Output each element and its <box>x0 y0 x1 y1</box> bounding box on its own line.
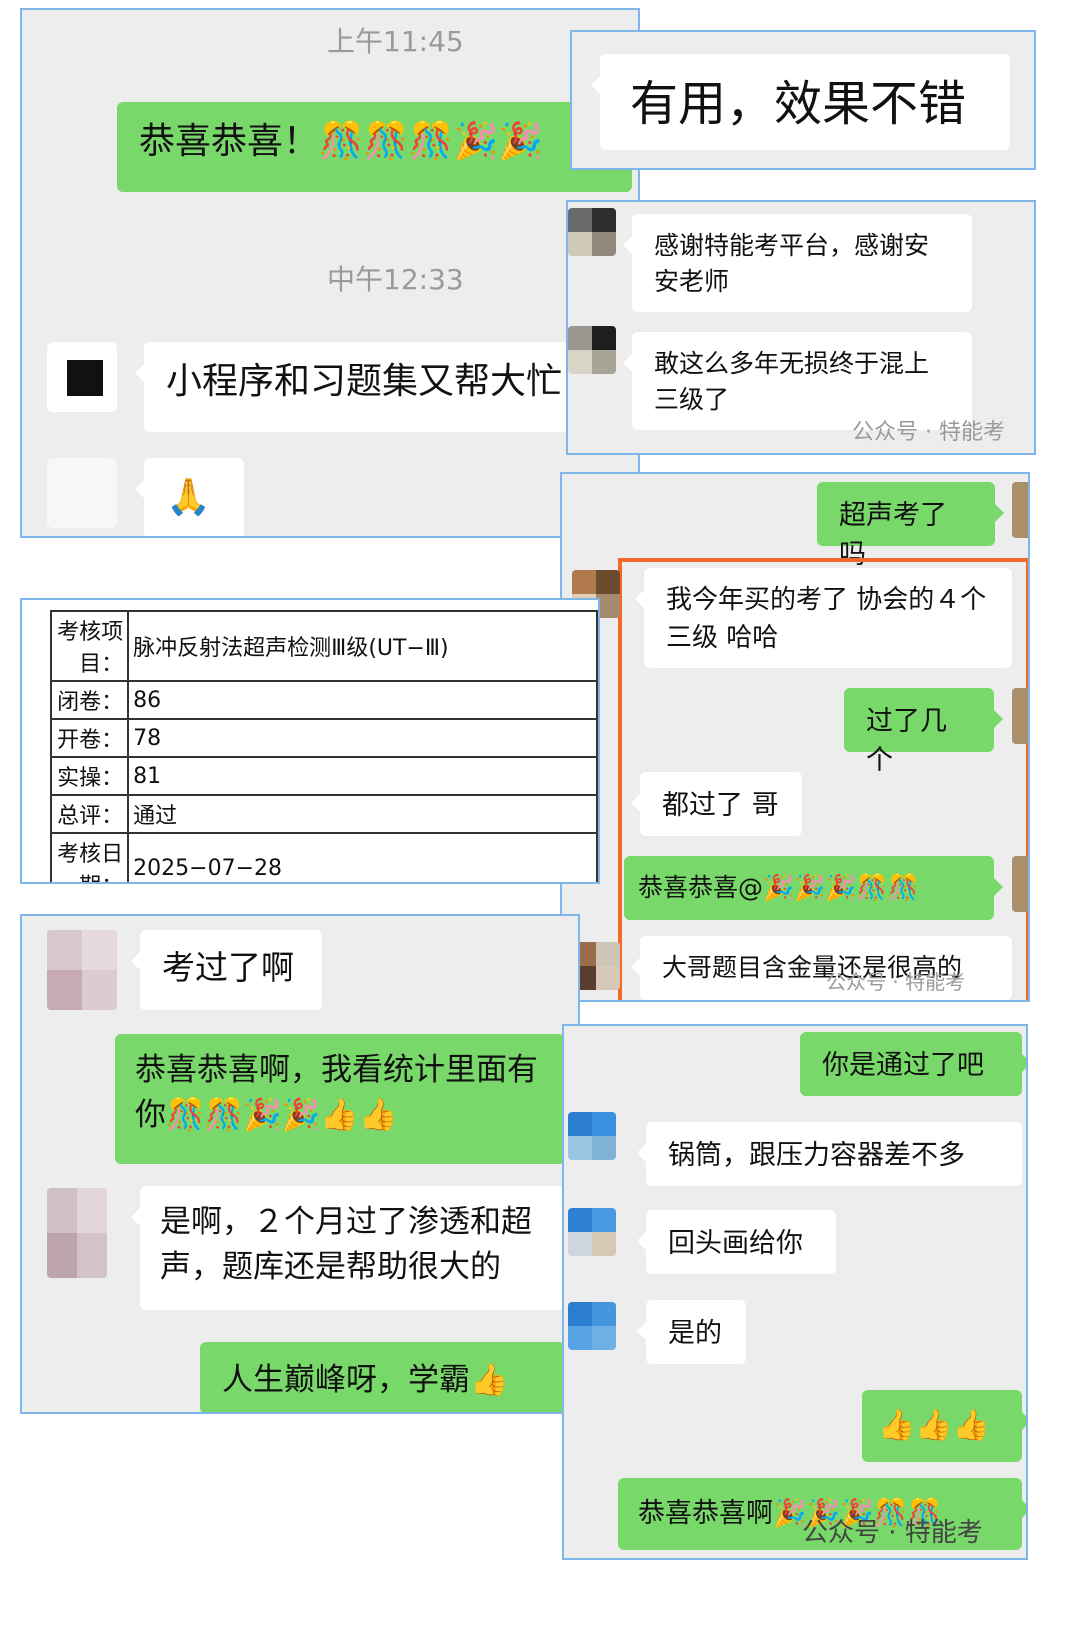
message-bubble[interactable]: 感谢特能考平台，感谢安安老师 <box>623 214 972 312</box>
message-text: 考过了啊 <box>162 948 294 987</box>
message-bubble[interactable]: 恭喜恭喜！🎊🎊🎊🎉🎉 <box>117 102 638 192</box>
message-text: 我今年买的考了 协会的４个三级 哈哈 <box>666 585 987 653</box>
message-bubble[interactable]: 超声考了吗 <box>817 482 1004 570</box>
message-bubble[interactable]: 是的 <box>637 1300 746 1364</box>
message-text: 敢这么多年无损终于混上三级了 <box>654 349 930 415</box>
avatar <box>47 1188 107 1278</box>
avatar <box>1012 856 1028 912</box>
table-key: 实操： <box>49 756 130 796</box>
message-bubble[interactable]: 🙏 <box>135 458 244 536</box>
message-bubble[interactable]: 小程序和习题集又帮大忙 <box>135 342 624 432</box>
message-bubble[interactable]: 恭喜恭喜@🎉🎉🎉🎊🎊 <box>624 856 1003 920</box>
message-bubble[interactable]: 过了几个 <box>844 688 1003 776</box>
message-text: 人生巅峰呀，学霸👍 <box>222 1362 509 1398</box>
table-row: 总评： 通过 <box>49 794 598 834</box>
message-bubble[interactable]: 有用，效果不错 <box>591 54 1010 150</box>
watermark: 公众号 · 特能考 <box>802 1518 983 1548</box>
message-bubble[interactable]: 考过了啊 <box>131 930 322 1010</box>
avatar <box>568 208 616 256</box>
message-text: 你是通过了吧 <box>822 1050 984 1081</box>
message-bubble[interactable]: 回头画给你 <box>637 1210 836 1274</box>
timestamp: 中午12:33 <box>327 263 464 296</box>
chat-panel-3: 感谢特能考平台，感谢安安老师 敢这么多年无损终于混上三级了 公众号 · 特能考 <box>566 200 1036 455</box>
table-key: 考核项目： <box>49 610 130 682</box>
message-text: 锅筒，跟压力容器差不多 <box>668 1140 965 1171</box>
table-value: 2025−07−28 <box>127 832 598 882</box>
chat-panel-7: 你是通过了吧 锅筒，跟压力容器差不多 回头画给你 是的 👍👍👍 恭喜恭喜啊🎉🎉🎉… <box>562 1024 1028 1560</box>
table-row: 闭卷： 86 <box>49 680 598 720</box>
avatar <box>568 326 616 374</box>
table-key: 开卷： <box>49 718 130 758</box>
message-bubble[interactable]: 人生巅峰呀，学霸👍 <box>200 1342 574 1412</box>
message-text: 感谢特能考平台，感谢安安老师 <box>654 231 930 297</box>
chat-panel-1: 上午11:45 恭喜恭喜！🎊🎊🎊🎉🎉 中午12:33 小程序和习题集又帮大忙 🙏 <box>20 8 640 538</box>
message-bubble[interactable]: 是啊，２个月过了渗透和超声，题库还是帮助很大的 <box>131 1186 565 1310</box>
avatar <box>47 458 117 528</box>
message-text: 是啊，２个月过了渗透和超声，题库还是帮助很大的 <box>160 1204 532 1285</box>
message-bubble[interactable]: 我今年买的考了 协会的４个三级 哈哈 <box>635 568 1012 668</box>
avatar <box>1012 482 1028 538</box>
table-key: 总评： <box>49 794 130 834</box>
avatar <box>568 1112 616 1160</box>
chat-panel-2: 有用，效果不错 <box>570 30 1036 170</box>
avatar <box>568 1302 616 1350</box>
watermark: 公众号 · 特能考 <box>826 970 966 994</box>
table-value: 通过 <box>127 794 598 834</box>
message-text: 恭喜恭喜啊，我看统计里面有你🎊🎊🎉🎉👍👍 <box>135 1052 538 1133</box>
table-value: 78 <box>127 718 598 758</box>
chat-panel-4: 超声考了吗 我今年买的考了 协会的４个三级 哈哈 过了几个 都过了 哥 恭喜恭喜… <box>560 472 1030 1002</box>
message-bubble[interactable]: 锅筒，跟压力容器差不多 <box>637 1122 1022 1186</box>
table-value: 81 <box>127 756 598 796</box>
message-text: 都过了 哥 <box>662 790 779 821</box>
avatar <box>47 930 117 1010</box>
message-text: 小程序和习题集又帮大忙 <box>166 361 563 402</box>
message-text: 是的 <box>668 1318 722 1349</box>
watermark: 公众号 · 特能考 <box>852 420 1005 445</box>
table-row: 开卷： 78 <box>49 718 598 758</box>
table-value: 86 <box>127 680 598 720</box>
message-text: 有用，效果不错 <box>630 76 967 132</box>
message-text: 🙏 <box>166 477 211 518</box>
table-row: 考核日期：2025−07−28 <box>49 832 598 882</box>
avatar <box>47 342 117 412</box>
table-key: 考核日期： <box>49 832 130 882</box>
message-bubble[interactable]: 都过了 哥 <box>631 772 802 836</box>
message-text: 恭喜恭喜！🎊🎊🎊🎉🎉 <box>139 121 544 162</box>
message-text: 恭喜恭喜@🎉🎉🎉🎊🎊 <box>638 873 919 902</box>
score-table-panel: 考核项目： 脉冲反射法超声检测Ⅲ级(UT−Ⅲ) 闭卷： 86 开卷： 78 实操： 81… <box>20 598 600 884</box>
message-bubble[interactable]: 你是通过了吧 <box>800 1032 1026 1096</box>
message-bubble[interactable]: 👍👍👍 <box>862 1390 1026 1462</box>
avatar <box>568 1208 616 1256</box>
message-text: 👍👍👍 <box>878 1408 991 1443</box>
score-table: 考核项目： 脉冲反射法超声检测Ⅲ级(UT−Ⅲ) 闭卷： 86 开卷： 78 实操： 81… <box>49 610 598 882</box>
table-row: 实操： 81 <box>49 756 598 796</box>
message-text: 回头画给你 <box>668 1228 803 1259</box>
timestamp: 上午11:45 <box>327 25 464 58</box>
chat-panel-6: 考过了啊 恭喜恭喜啊，我看统计里面有你🎊🎊🎉🎉👍👍 是啊，２个月过了渗透和超声，… <box>20 914 580 1414</box>
table-key: 闭卷： <box>49 680 130 720</box>
table-value: 脉冲反射法超声检测Ⅲ级(UT−Ⅲ) <box>127 610 598 682</box>
avatar <box>1012 688 1028 744</box>
message-bubble[interactable]: 恭喜恭喜啊，我看统计里面有你🎊🎊🎉🎉👍👍 <box>115 1034 574 1164</box>
table-row: 考核项目： 脉冲反射法超声检测Ⅲ级(UT−Ⅲ) <box>49 610 598 682</box>
